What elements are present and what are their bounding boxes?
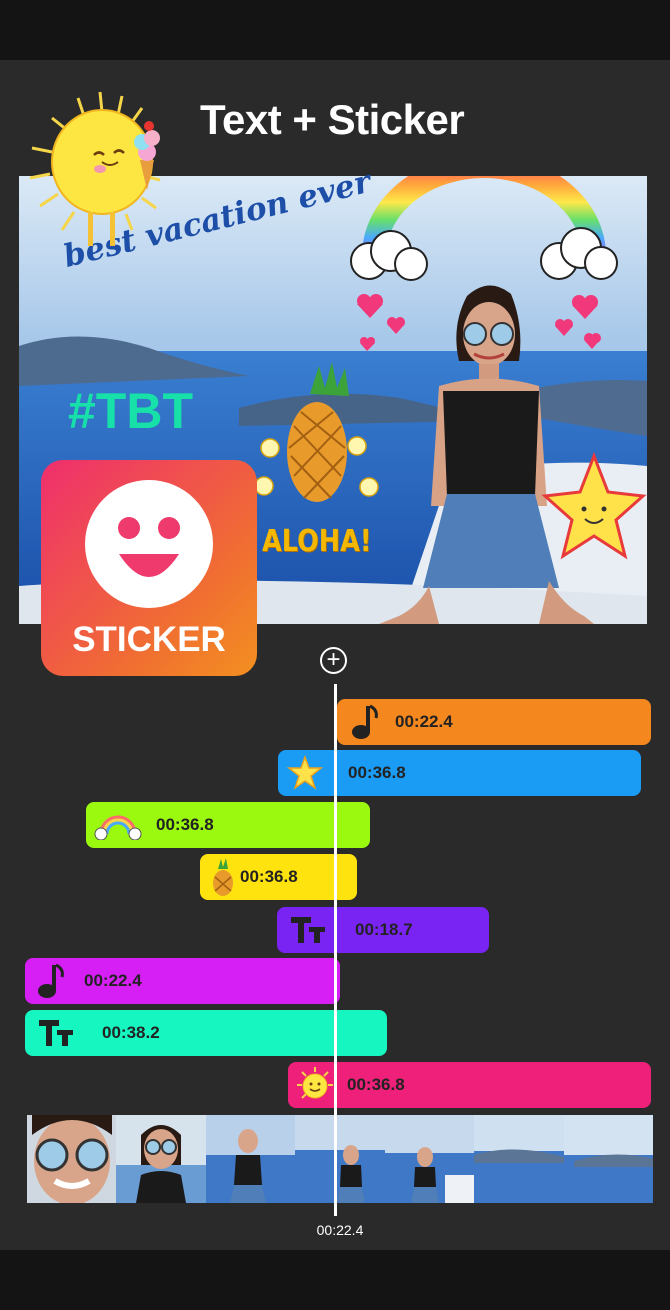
hashtag-text[interactable]: #TBT <box>68 382 193 440</box>
sticker-badge: STICKER <box>41 460 257 676</box>
sun-sticker-icon <box>22 90 202 260</box>
filmstrip-frame <box>474 1115 564 1203</box>
filmstrip-frame <box>295 1115 385 1203</box>
track-duration: 00:36.8 <box>156 815 214 834</box>
star-sticker-icon <box>282 750 328 796</box>
track-duration: 00:36.8 <box>348 763 406 782</box>
current-time-label: 00:22.4 <box>316 1222 364 1238</box>
music-note-icon <box>27 958 73 1004</box>
track-sticker-sun[interactable]: 00:36.8 <box>288 1062 651 1108</box>
smiley-face-icon <box>85 480 213 608</box>
track-duration: 00:36.8 <box>347 1075 405 1094</box>
plus-circle-icon[interactable]: + <box>320 647 347 674</box>
filmstrip-frame <box>205 1115 296 1203</box>
aloha-text[interactable]: ALOHA! <box>262 524 371 559</box>
playhead[interactable] <box>334 684 337 1216</box>
top-bar <box>0 0 670 60</box>
track-sticker-rainbow[interactable]: 00:36.8 <box>86 802 370 848</box>
filmstrip-frame <box>27 1115 117 1203</box>
filmstrip-frame <box>116 1115 206 1203</box>
page-title: Text + Sticker <box>200 96 465 143</box>
track-music-1[interactable]: 00:22.4 <box>337 699 651 745</box>
sticker-badge-label: STICKER <box>72 620 226 659</box>
bottom-bar <box>0 1250 670 1310</box>
video-filmstrip[interactable] <box>27 1115 653 1203</box>
track-text-2[interactable]: 00:38.2 <box>25 1010 387 1056</box>
track-music-2[interactable]: 00:22.4 <box>25 958 340 1004</box>
text-icon <box>285 907 331 953</box>
music-note-icon <box>341 699 387 745</box>
track-duration: 00:18.7 <box>355 920 413 939</box>
filmstrip-frame <box>563 1115 653 1203</box>
track-duration: 00:22.4 <box>395 712 453 731</box>
text-icon <box>33 1010 79 1056</box>
rainbow-sticker-icon <box>92 802 144 848</box>
track-duration: 00:38.2 <box>102 1023 160 1042</box>
track-text-1[interactable]: 00:18.7 <box>277 907 489 953</box>
filmstrip-frame <box>384 1115 475 1203</box>
track-duration: 00:36.8 <box>240 867 298 886</box>
sun-sticker-icon <box>292 1062 338 1108</box>
track-sticker-star[interactable]: 00:36.8 <box>278 750 641 796</box>
track-duration: 00:22.4 <box>84 971 142 990</box>
